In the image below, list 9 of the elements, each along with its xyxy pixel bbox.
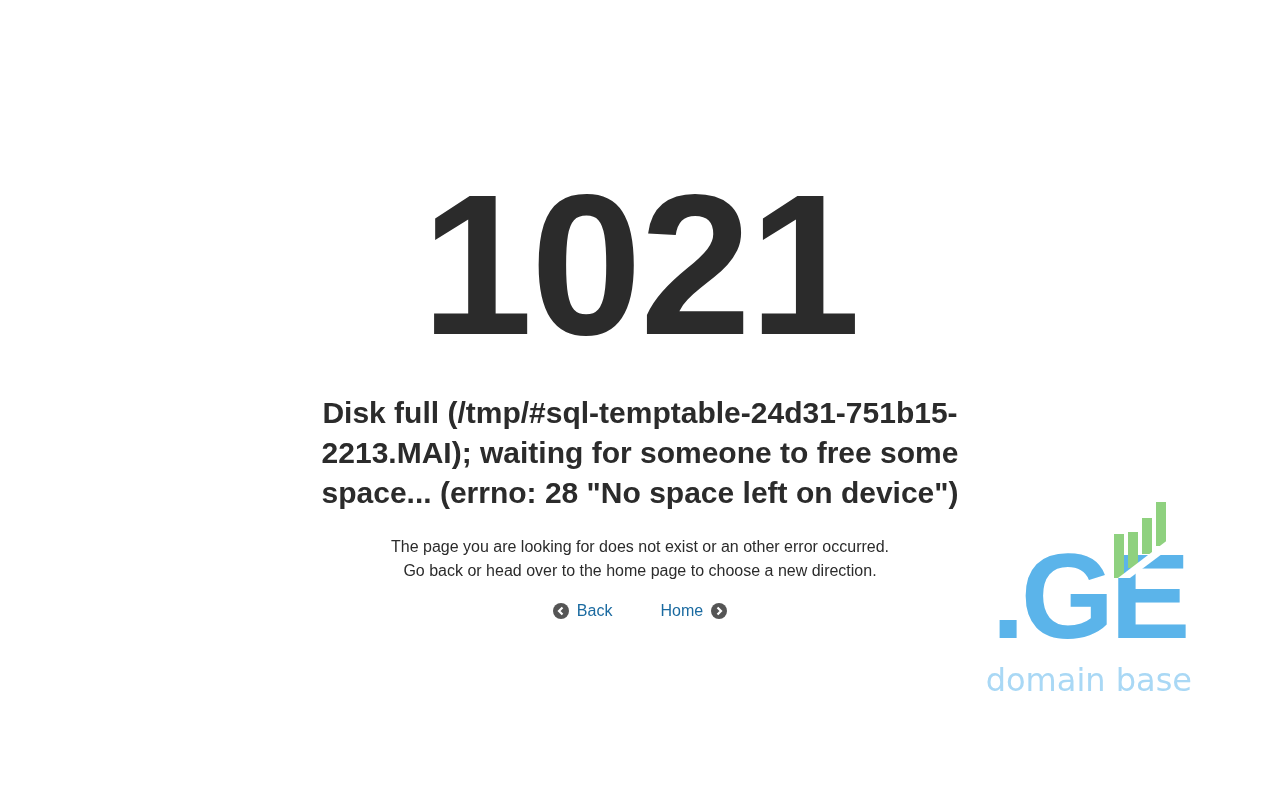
back-link[interactable]: Back (552, 599, 613, 623)
info-text: The page you are looking for does not exist or an other error occurred. (389, 537, 891, 557)
chevron-left-icon (552, 603, 569, 619)
error-code: 1021 (420, 165, 860, 365)
info-text: Go back or head over to the home page to choose a new direction. (402, 561, 878, 581)
error-message: Disk full (/tmp/#sql-temptable-24d31-751b15-2213.MAI); waiting for someone to free some space... (errno: 28 "No space left on device") (320, 395, 960, 511)
chevron-right-icon (711, 603, 728, 619)
logo-tagline: domain base (985, 664, 1192, 696)
home-link[interactable]: Home (660, 599, 728, 623)
